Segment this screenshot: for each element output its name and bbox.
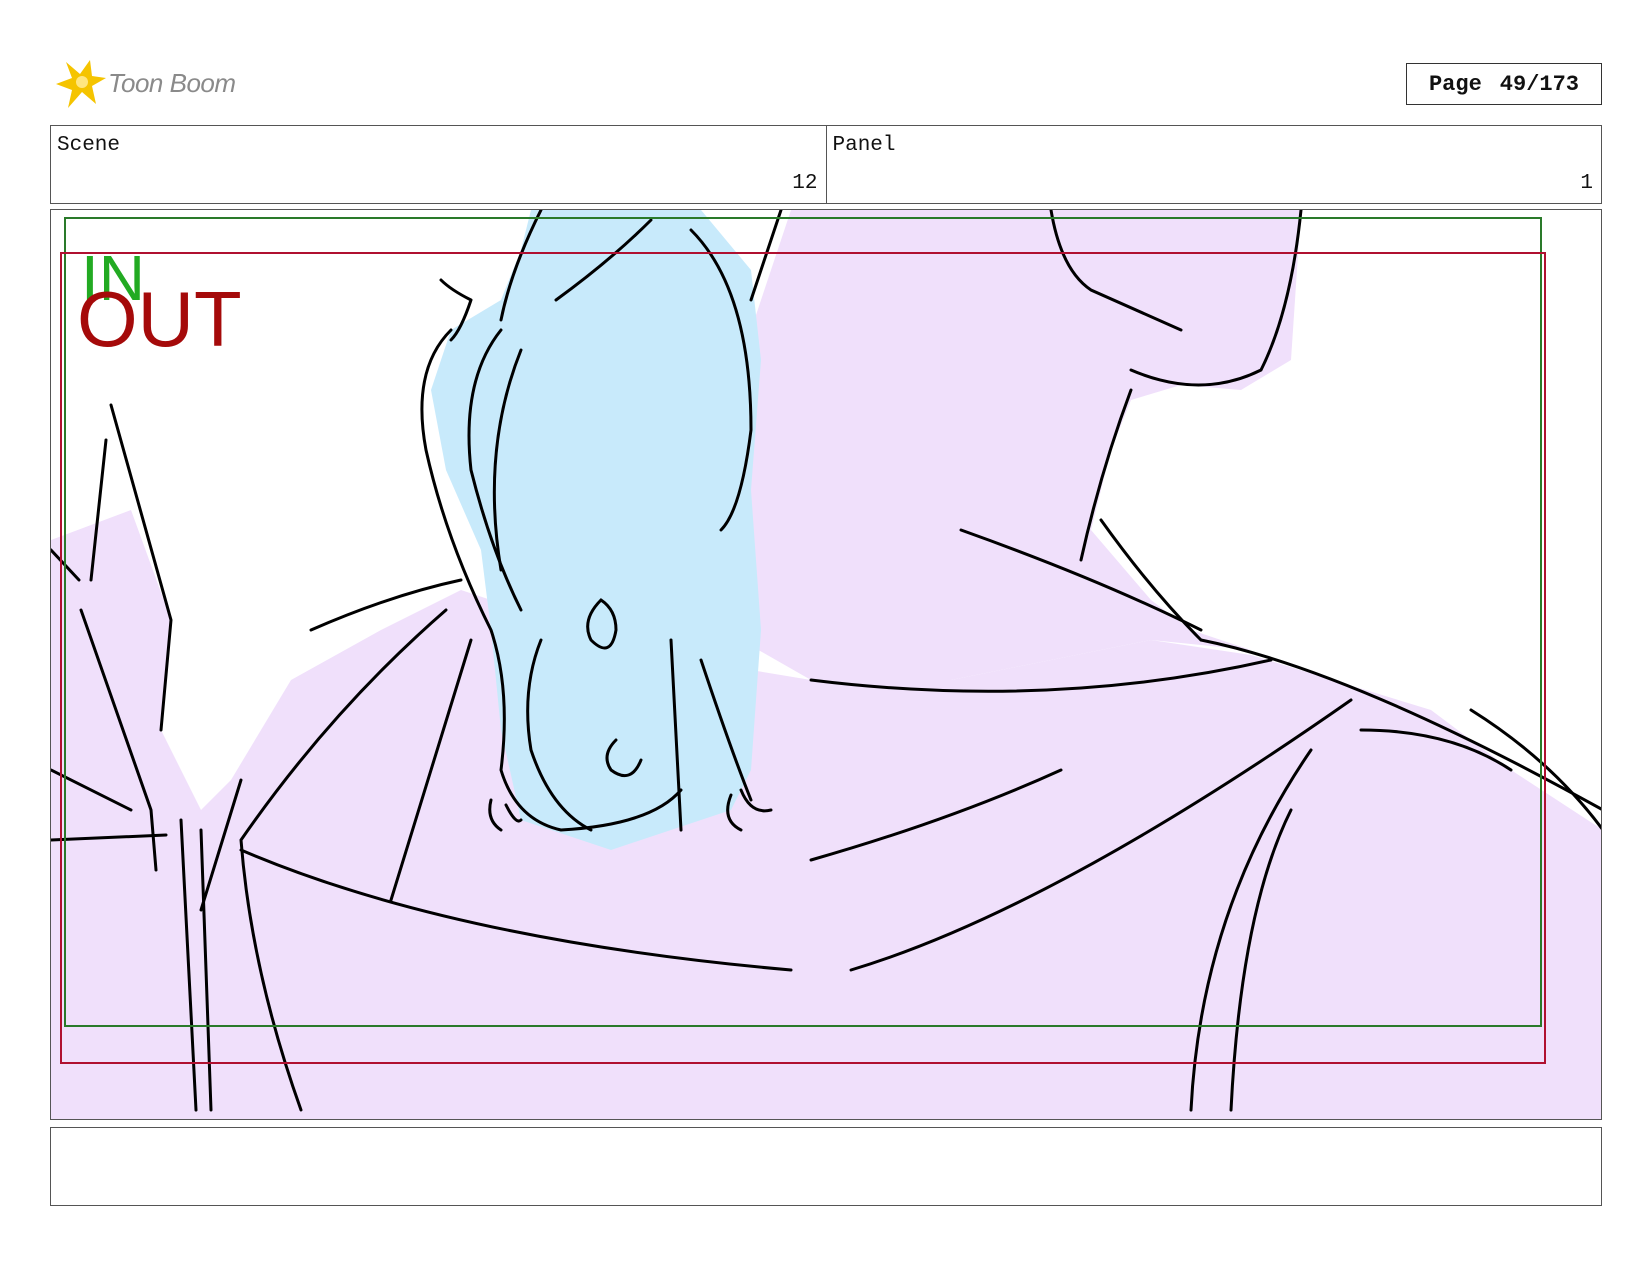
page-number: 49/173 (1499, 71, 1580, 97)
panel-label: Panel (832, 134, 896, 157)
out-marker: OUT (77, 275, 242, 363)
panel-drawing (51, 210, 1601, 1119)
page-label: Page (1428, 71, 1482, 97)
toon-boom-logo: Toon Boom (52, 56, 272, 112)
scene-label: Scene (57, 134, 121, 157)
logo-text: Toon Boom (108, 68, 236, 98)
panel-cell: Panel 1 (825, 126, 1602, 203)
scene-panel-info: Scene 12 Panel 1 (50, 125, 1602, 204)
scene-cell: Scene 12 (51, 126, 826, 203)
scene-number: 12 (792, 172, 818, 195)
neck-fill (741, 210, 1301, 680)
storyboard-panel: IN OUT (50, 209, 1602, 1120)
starburst-icon (56, 60, 106, 108)
panel-number: 1 (1580, 172, 1593, 195)
page-indicator: Page 49/173 (1406, 63, 1602, 105)
caption-box (50, 1127, 1602, 1206)
